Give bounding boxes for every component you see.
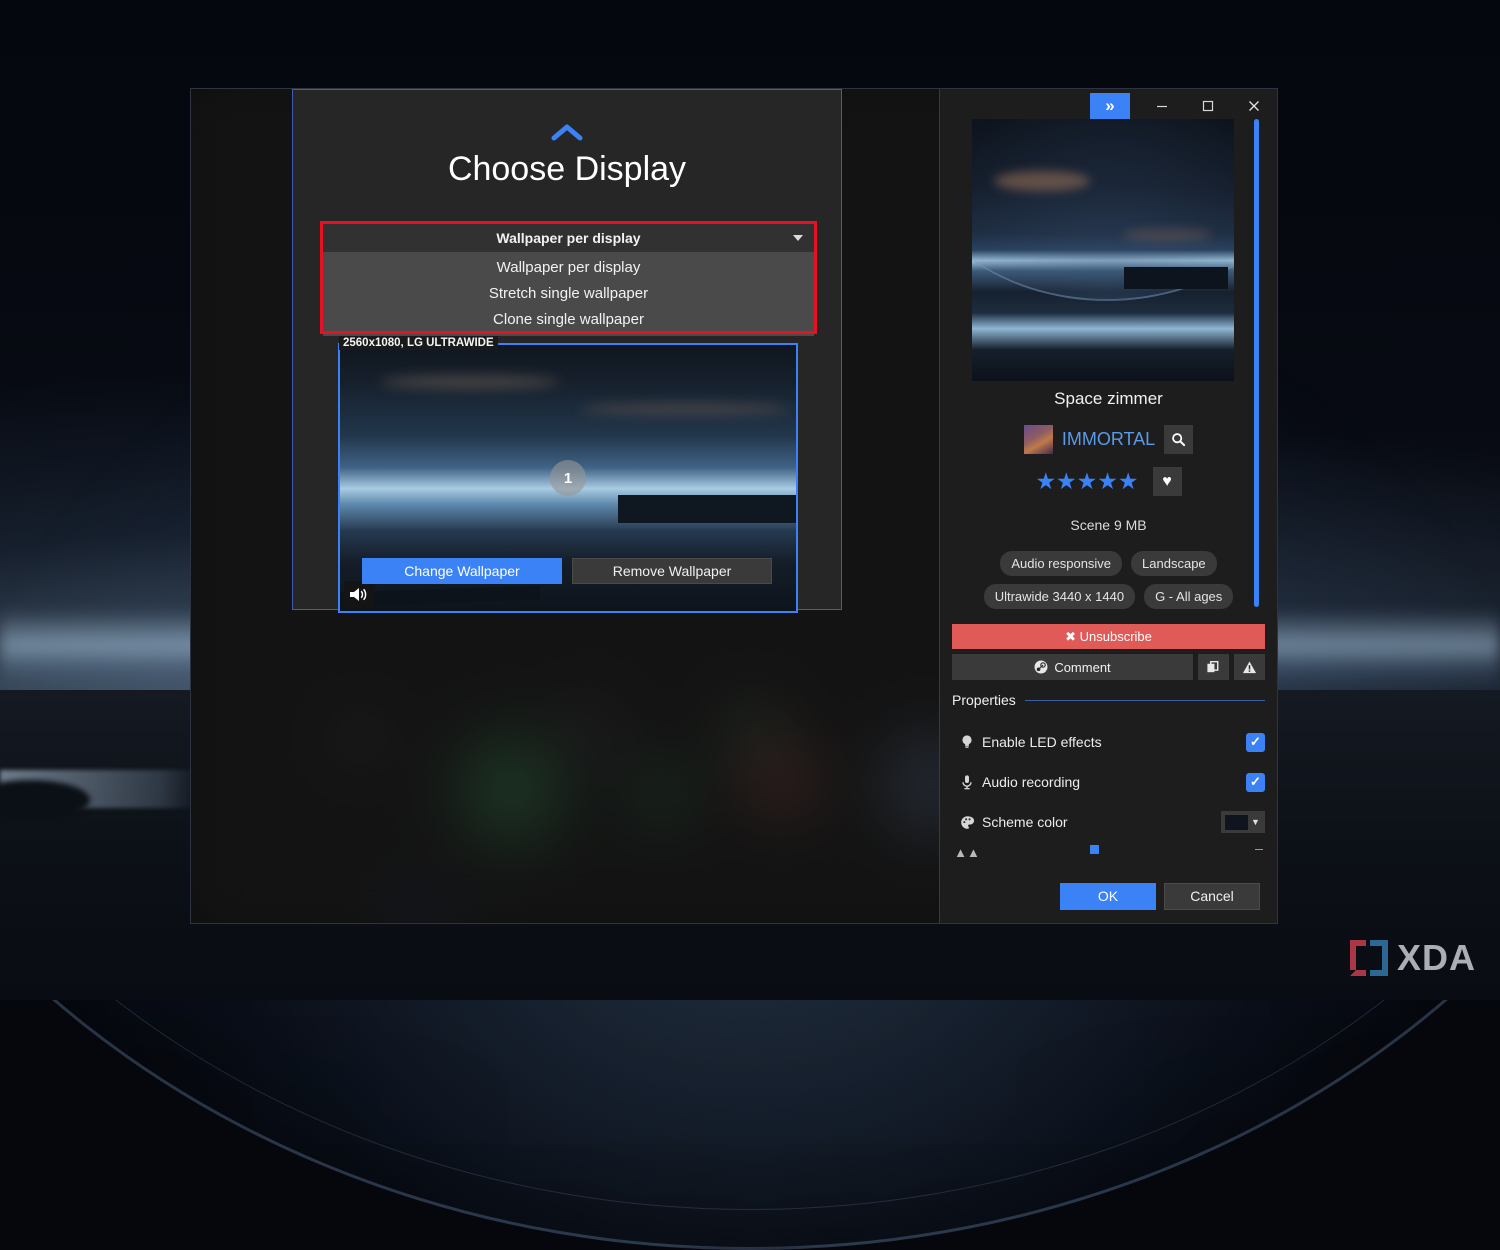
monitor-number-badge: 1 [550,460,586,496]
property-row-scheme-color[interactable]: Scheme color ▼ [952,809,1265,835]
favorite-button[interactable]: ♥ [1153,467,1182,496]
display-mode-option[interactable]: Wallpaper per display [323,254,814,280]
minimize-button[interactable] [1139,90,1185,122]
thumbnail-cloud-decoration [994,171,1090,191]
display-mode-option-list: Wallpaper per display Stretch single wal… [323,252,814,336]
preview-structure-decoration [618,495,798,523]
detail-action-row: Comment [952,654,1265,680]
dialog-title: Choose Display [293,150,841,189]
xda-logo-mark [1348,938,1390,978]
search-icon [1171,432,1186,447]
heart-icon: ♥ [1162,473,1172,491]
display-mode-option[interactable]: Stretch single wallpaper [323,280,814,306]
tag-item[interactable]: Ultrawide 3440 x 1440 [984,584,1135,609]
wallpaper-tag-list: Audio responsive Landscape Ultrawide 344… [962,551,1255,609]
comment-button[interactable]: Comment [952,654,1193,680]
tag-item[interactable]: Landscape [1131,551,1217,576]
preview-cloud-decoration-2 [580,403,790,415]
chevron-down-icon: ▼ [1251,817,1260,827]
monitor-resolution-label: 2560x1080, LG ULTRAWIDE [339,336,498,350]
panel-footer: OK Cancel [940,867,1277,924]
display-mode-option[interactable]: Clone single wallpaper [323,306,814,332]
comment-label: Comment [1054,660,1110,675]
slider-handle[interactable] [1090,845,1099,854]
chevron-down-icon [793,235,803,241]
property-label: Scheme color [982,814,1221,830]
property-row-partially-scrolled[interactable]: ▲▲ [952,844,1265,862]
detail-panel-scrollbar[interactable] [1254,119,1259,607]
choose-display-dialog: Choose Display Wallpaper per display Wal… [292,89,842,610]
thumbnail-cloud-decoration-2 [1122,229,1212,241]
property-label: Audio recording [982,774,1246,790]
speaker-icon[interactable] [344,581,374,607]
close-button[interactable] [1231,90,1277,122]
property-row-audio-recording[interactable]: Audio recording ✓ [952,769,1265,795]
wallpaper-preview-thumbnail[interactable] [972,119,1234,381]
author-avatar[interactable] [1024,425,1053,454]
properties-divider [1025,700,1265,701]
author-row: IMMORTAL [940,425,1277,454]
author-name-link[interactable]: IMMORTAL [1062,429,1155,450]
preview-cloud-decoration [380,375,560,389]
copy-button[interactable] [1198,654,1229,680]
xda-watermark: XDA [1348,938,1476,978]
cancel-button[interactable]: Cancel [1164,883,1260,910]
steam-icon [1034,660,1048,674]
thumbnail-structure-decoration [1124,267,1228,289]
properties-header-label: Properties [952,692,1016,708]
modal-button-row: Change Wallpaper Remove Wallpaper [293,558,841,584]
maximize-icon [1201,99,1215,113]
property-label: Enable LED effects [982,734,1246,750]
detail-panel-scroll-area: Space zimmer IMMORTAL ★★★★★ ♥ Scene 9 MB [940,89,1277,867]
palette-icon [952,815,982,830]
remove-wallpaper-button[interactable]: Remove Wallpaper [572,558,772,584]
warning-triangle-icon [1242,660,1257,675]
tag-item[interactable]: G - All ages [1144,584,1233,609]
properties-header-row: Properties [952,692,1265,708]
window-titlebar-controls: » [1090,89,1277,123]
color-swatch [1225,815,1248,830]
microphone-icon [952,774,982,790]
wallpaper-engine-window: Space zimmer IMMORTAL ★★★★★ ♥ Scene 9 MB [190,88,1278,924]
wallpaper-detail-panel: Space zimmer IMMORTAL ★★★★★ ♥ Scene 9 MB [939,89,1277,924]
unsubscribe-button[interactable]: ✖ Unsubscribe [952,624,1265,649]
slider-track-end [1255,849,1263,850]
lightbulb-icon [952,734,982,750]
maximize-button[interactable] [1185,90,1231,122]
color-picker[interactable]: ▼ [1221,811,1265,833]
property-checkbox[interactable]: ✓ [1246,733,1265,752]
display-mode-selected-value: Wallpaper per display [496,230,640,246]
cut-off-icon: ▲▲ [952,845,982,860]
tag-item[interactable]: Audio responsive [1000,551,1122,576]
close-icon [1247,99,1261,113]
rating-row: ★★★★★ ♥ [940,467,1277,496]
change-wallpaper-button[interactable]: Change Wallpaper [362,558,562,584]
wallpaper-title: Space zimmer [940,389,1277,409]
search-author-button[interactable] [1164,425,1193,454]
xda-wordmark: XDA [1397,940,1476,976]
ok-button[interactable]: OK [1060,883,1156,910]
xda-bracket-icon [1348,938,1390,978]
copy-icon [1206,660,1221,675]
wallpaper-type-and-size: Scene 9 MB [940,517,1277,533]
property-checkbox[interactable]: ✓ [1246,773,1265,792]
expand-panel-button[interactable]: » [1090,93,1130,119]
report-button[interactable] [1234,654,1265,680]
star-rating[interactable]: ★★★★★ [1035,470,1138,493]
property-row-enable-led-effects[interactable]: Enable LED effects ✓ [952,729,1265,755]
minimize-icon [1155,99,1169,113]
collapse-chevron-up-icon[interactable] [293,120,841,146]
display-mode-select[interactable]: Wallpaper per display [323,224,814,252]
